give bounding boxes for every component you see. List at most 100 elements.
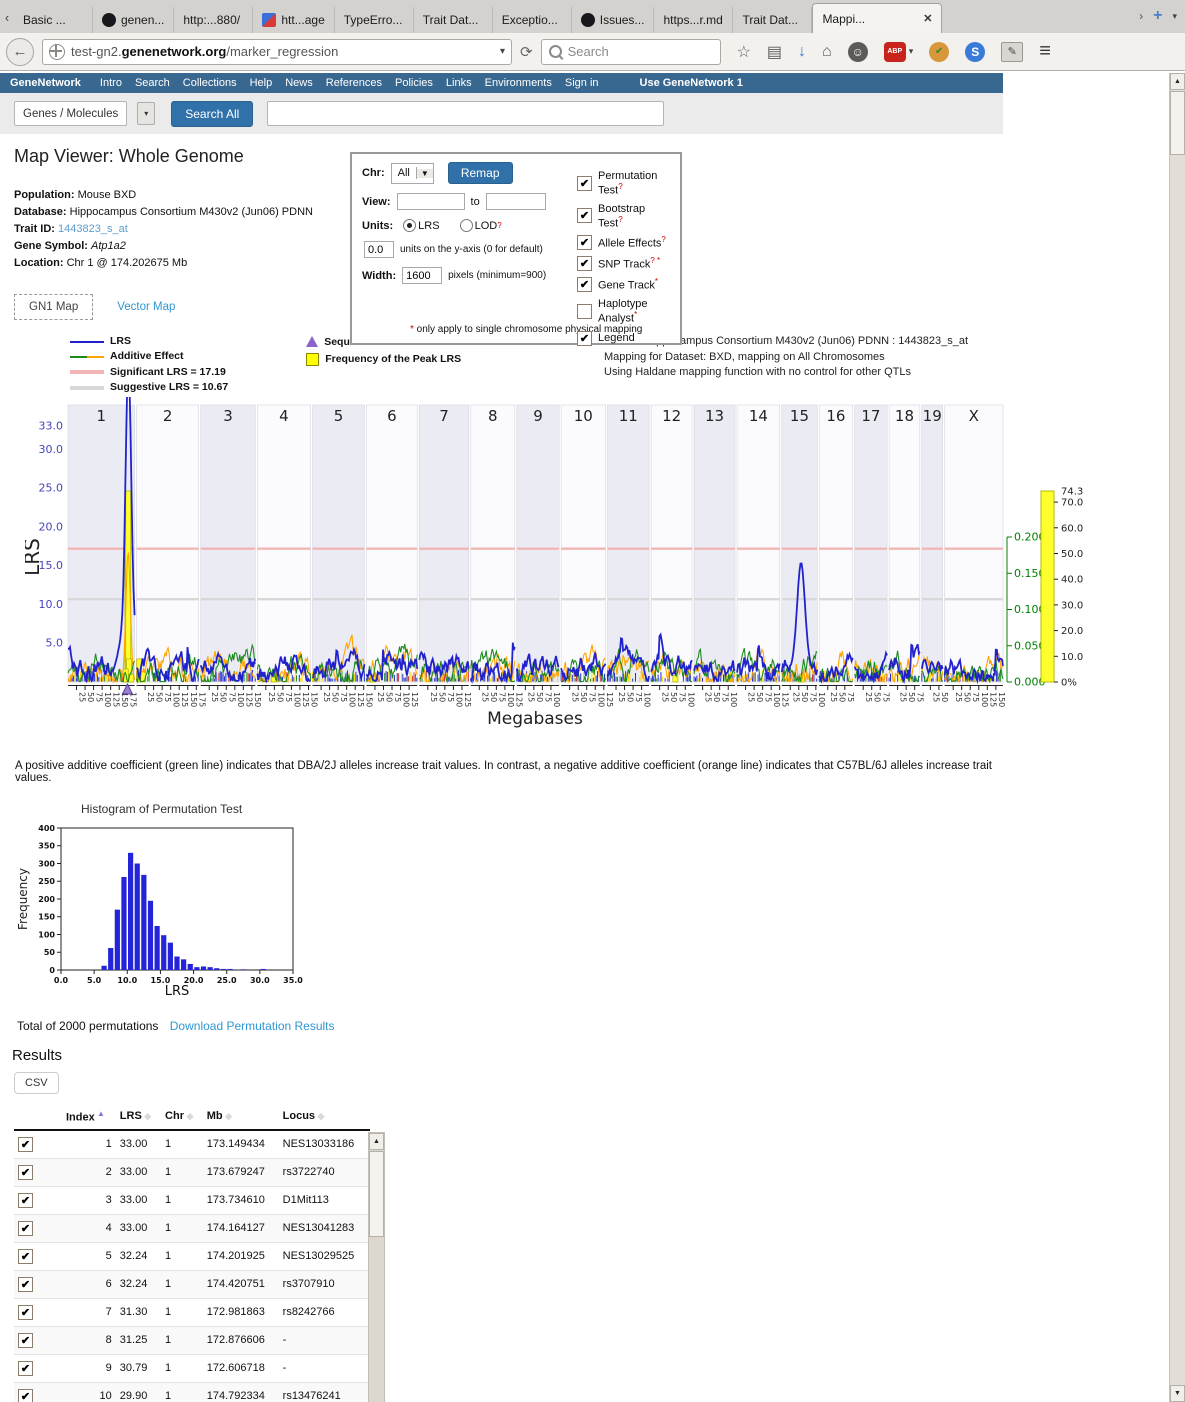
tab-close-icon[interactable]: ✕ — [923, 12, 932, 25]
genome-lrs-chart[interactable]: 5.010.015.020.025.030.033.0LRS1234567891… — [25, 397, 1087, 731]
menu-icon[interactable]: ≡ — [1039, 40, 1051, 63]
sort-icon[interactable]: ◆ — [315, 1111, 324, 1121]
nav-item-policies[interactable]: Policies — [395, 77, 433, 89]
row-checkbox[interactable]: ✔ — [18, 1361, 33, 1376]
adblock-icon[interactable]: ABP — [884, 42, 906, 62]
site-search-input[interactable] — [267, 101, 664, 126]
col-locus[interactable]: Locus ◆ — [279, 1104, 370, 1130]
info-value[interactable]: 1443823_s_at — [58, 223, 128, 235]
url-text[interactable]: test-gn2.genenetwork.org/marker_regressi… — [71, 44, 494, 59]
chromosome-select-caret-icon[interactable]: ▼ — [417, 169, 433, 178]
units-radio-lrs[interactable]: LRS — [403, 219, 439, 232]
downloads-icon[interactable]: ↓ — [798, 43, 806, 61]
row-checkbox[interactable]: ✔ — [18, 1389, 33, 1402]
browser-search-input[interactable]: Search — [541, 39, 721, 65]
table-row[interactable]: ✔433.001174.164127NES13041283 — [14, 1214, 370, 1242]
option-snp-track[interactable]: ✔SNP Track? * — [577, 256, 672, 271]
nav-item-collections[interactable]: Collections — [183, 77, 237, 89]
url-bar[interactable]: test-gn2.genenetwork.org/marker_regressi… — [42, 39, 512, 65]
nav-item-environments[interactable]: Environments — [485, 77, 552, 89]
col-lrs[interactable]: LRS ◆ — [116, 1104, 161, 1130]
option-bootstrap-test[interactable]: ✔Bootstrap Test? — [577, 203, 672, 230]
table-scroll-up-icon[interactable]: ▲ — [369, 1133, 384, 1150]
browser-tab-7[interactable]: Issues... — [572, 7, 655, 33]
table-row[interactable]: ✔233.001173.679247rs3722740 — [14, 1158, 370, 1186]
browser-tab-6[interactable]: Exceptio... — [493, 7, 572, 33]
checkbox-icon[interactable]: ✔ — [577, 176, 592, 191]
csv-button[interactable]: CSV — [14, 1072, 59, 1094]
bookmarks-panel-icon[interactable]: ▤ — [767, 42, 782, 62]
row-checkbox[interactable]: ✔ — [18, 1305, 33, 1320]
col-mb[interactable]: Mb ◆ — [203, 1104, 279, 1130]
nav-item-search[interactable]: Search — [135, 77, 170, 89]
page-scrollbar[interactable]: ▲ ▼ — [1169, 73, 1185, 1402]
url-dropdown-icon[interactable]: ▾ — [500, 46, 505, 57]
sort-icon[interactable]: ◆ — [223, 1111, 232, 1121]
remap-button[interactable]: Remap — [448, 162, 513, 184]
checkbox-icon[interactable]: ✔ — [577, 331, 592, 346]
yaxis-units-input[interactable] — [364, 241, 394, 258]
table-row[interactable]: ✔632.241174.420751rs3707910 — [14, 1270, 370, 1298]
table-row[interactable]: ✔532.241174.201925NES13029525 — [14, 1242, 370, 1270]
tab-scroll-right-icon[interactable]: › — [1139, 9, 1143, 23]
row-checkbox[interactable]: ✔ — [18, 1137, 33, 1152]
new-tab-button[interactable]: + — [1153, 7, 1162, 25]
home-icon[interactable]: ⌂ — [822, 43, 832, 61]
browser-tab-4[interactable]: TypeErro... — [335, 7, 414, 33]
checkbox-icon[interactable]: ✔ — [577, 208, 592, 223]
table-row[interactable]: ✔731.301172.981863rs8242766 — [14, 1298, 370, 1326]
table-row[interactable]: ✔831.251172.876606- — [14, 1326, 370, 1354]
site-identity-icon[interactable] — [49, 44, 65, 60]
table-row[interactable]: ✔133.001173.149434NES13033186 — [14, 1130, 370, 1159]
browser-tab-8[interactable]: https...r.md — [654, 7, 733, 33]
view-from-input[interactable] — [397, 193, 465, 210]
units-radio-lod[interactable]: LOD? — [460, 219, 502, 232]
table-row[interactable]: ✔930.791172.606718- — [14, 1354, 370, 1382]
download-permutation-link[interactable]: Download Permutation Results — [170, 1019, 335, 1033]
category-caret-icon[interactable]: ▾ — [137, 102, 155, 125]
search-category-select[interactable]: Genes / Molecules — [14, 101, 127, 126]
sort-icon[interactable]: ◆ — [184, 1111, 193, 1121]
nav-item-links[interactable]: Links — [446, 77, 472, 89]
sort-icon[interactable]: ▲ — [95, 1109, 105, 1118]
browser-tab-2[interactable]: http:...880/ — [174, 7, 253, 33]
col-index[interactable]: Index ▲ — [62, 1104, 116, 1130]
option-legend[interactable]: ✔Legend — [577, 331, 672, 346]
feedback-icon[interactable]: ☺ — [848, 42, 868, 62]
row-checkbox[interactable]: ✔ — [18, 1249, 33, 1264]
browser-tab-5[interactable]: Trait Dat... — [414, 7, 493, 33]
col-chr[interactable]: Chr ◆ — [161, 1104, 203, 1130]
option-allele-effects[interactable]: ✔Allele Effects? — [577, 235, 672, 250]
option-gene-track[interactable]: ✔Gene Track* — [577, 277, 672, 292]
table-scrollbar[interactable]: ▲ — [368, 1132, 385, 1402]
skype-icon[interactable]: S — [965, 42, 985, 62]
checkbox-icon[interactable]: ✔ — [577, 235, 592, 250]
checkbox-icon[interactable]: ✔ — [577, 256, 592, 271]
table-row[interactable]: ✔333.001173.734610D1Mit113 — [14, 1186, 370, 1214]
adblock-caret-icon[interactable]: ▾ — [909, 46, 914, 57]
cookie-manager-icon[interactable]: ✔ — [929, 42, 949, 62]
browser-tab-3[interactable]: htt...age — [253, 7, 334, 33]
option-permutation-test[interactable]: ✔Permutation Test? — [577, 170, 672, 197]
search-all-button[interactable]: Search All — [171, 101, 253, 127]
nav-item-news[interactable]: News — [285, 77, 313, 89]
width-input[interactable] — [402, 267, 442, 284]
row-checkbox[interactable]: ✔ — [18, 1277, 33, 1292]
row-checkbox[interactable]: ✔ — [18, 1193, 33, 1208]
table-scroll-thumb[interactable] — [369, 1151, 384, 1237]
tab-list-caret-icon[interactable]: ▾ — [1172, 11, 1177, 22]
nav-item-help[interactable]: Help — [250, 77, 273, 89]
nav-item-references[interactable]: References — [326, 77, 382, 89]
tab-scroll-left-icon[interactable]: ‹ — [0, 10, 14, 33]
chromosome-select[interactable]: All ▼ — [391, 163, 434, 184]
tab-gn1-map[interactable]: GN1 Map — [14, 294, 93, 320]
page-scroll-thumb[interactable] — [1170, 91, 1185, 155]
nav-item-intro[interactable]: Intro — [100, 77, 122, 89]
view-to-input[interactable] — [486, 193, 546, 210]
checkbox-icon[interactable] — [577, 304, 592, 319]
nav-item-sign-in[interactable]: Sign in — [565, 77, 599, 89]
sort-icon[interactable]: ◆ — [142, 1111, 151, 1121]
back-button[interactable]: ← — [6, 38, 34, 66]
checkbox-icon[interactable]: ✔ — [577, 277, 592, 292]
reload-icon[interactable]: ⟳ — [520, 43, 533, 61]
